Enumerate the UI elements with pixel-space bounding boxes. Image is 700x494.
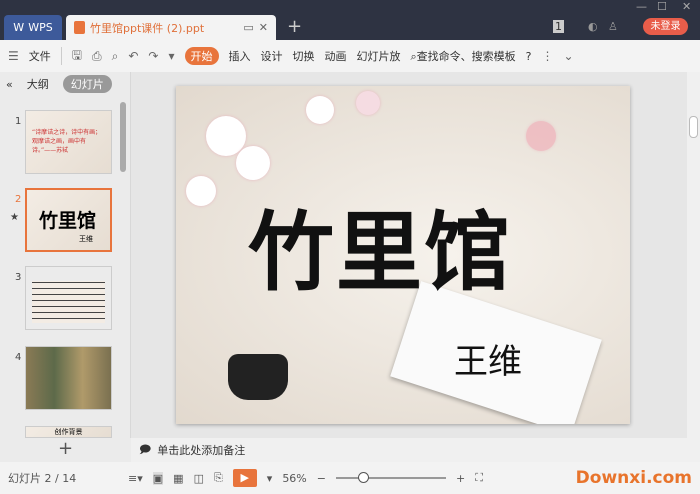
- butterfly-decoration: [526, 121, 556, 151]
- slide-number: 1: [15, 116, 22, 127]
- notes-toggle-icon[interactable]: ≡▾: [128, 472, 143, 485]
- maximize-button[interactable]: ☐: [657, 0, 667, 13]
- panel-scrollbar[interactable]: [120, 102, 126, 172]
- sorter-view-icon[interactable]: ▦: [173, 472, 183, 485]
- divider: [60, 47, 62, 65]
- add-slide-button[interactable]: +: [0, 438, 131, 462]
- tab-insert[interactable]: 插入: [229, 48, 251, 64]
- status-bar: 幻灯片 2 / 14 ≡▾ ▣ ▦ ◫ ⎘ ▶ ▾ 56% − + ⛶ Down…: [0, 462, 700, 494]
- thumb-text: “诗摩诘之诗，诗中有画；观摩诘之画，画中有诗。”——苏轼: [32, 129, 102, 154]
- slide-author[interactable]: 王维: [454, 334, 522, 383]
- save-icon[interactable]: 🖫: [72, 46, 82, 67]
- shirt-icon[interactable]: ♙: [608, 20, 618, 33]
- flower-decoration: [186, 176, 216, 206]
- wps-label: WPS: [28, 21, 53, 34]
- zoom-slider-knob[interactable]: [358, 472, 370, 483]
- animation-star-icon: ★: [10, 212, 19, 223]
- tab-animation[interactable]: 动画: [325, 48, 347, 64]
- collapse-ribbon-icon[interactable]: ⌄: [564, 49, 574, 63]
- wps-logo-icon: W: [13, 21, 25, 34]
- menu-icon[interactable]: ☰: [8, 49, 19, 63]
- more-icon[interactable]: ⋮: [542, 49, 554, 63]
- reading-view-icon[interactable]: ◫: [194, 472, 204, 485]
- close-window-button[interactable]: ✕: [682, 0, 691, 13]
- thumb-title: 竹里馆: [39, 210, 97, 232]
- search-command[interactable]: ⌕查找命令、搜索模板: [411, 48, 516, 64]
- slide-thumb-4[interactable]: [25, 346, 112, 410]
- tab-transition[interactable]: 切换: [293, 48, 315, 64]
- ppt-file-icon: [74, 21, 85, 34]
- slide-panel: «大纲 幻灯片 1 “诗摩诘之诗，诗中有画；观摩诘之画，画中有诗。”——苏轼 2 …: [0, 72, 131, 438]
- zoom-slider[interactable]: [335, 472, 446, 483]
- present-view-icon[interactable]: ⎘: [214, 471, 223, 485]
- slide-thumb-3[interactable]: [25, 266, 112, 330]
- window-count-badge[interactable]: 1: [553, 20, 564, 33]
- notes-placeholder: 单击此处添加备注: [157, 444, 246, 457]
- preview-icon[interactable]: ⌕: [112, 49, 119, 64]
- minimize-button[interactable]: —: [636, 0, 647, 13]
- ribbon-toolbar: ☰ 文件 🖫 ⎙ ⌕ ↶ ↷ ▾ 开始 插入 设计 切换 动画 幻灯片放 ⌕查找…: [0, 40, 700, 72]
- zoom-in-button[interactable]: +: [456, 472, 465, 485]
- tab-outline[interactable]: 大纲: [27, 76, 49, 92]
- notes-bar[interactable]: 🗩 单击此处添加备注: [131, 438, 700, 462]
- notes-icon: 🗩: [139, 442, 152, 456]
- canvas-scrollbar[interactable]: [687, 72, 700, 438]
- print-icon[interactable]: ⎙: [92, 49, 102, 64]
- skin-icon[interactable]: ◐: [588, 20, 598, 33]
- pin-icon[interactable]: ▭: [243, 21, 253, 34]
- tab-document[interactable]: 竹里馆ppt课件 (2).ppt ▭ ✕: [66, 15, 276, 40]
- file-menu[interactable]: 文件: [29, 48, 51, 64]
- help-button[interactable]: ?: [526, 50, 532, 63]
- redo-icon[interactable]: ↷: [148, 49, 158, 63]
- slide-number: 4: [15, 352, 22, 363]
- slide-number: 3: [15, 272, 22, 283]
- zoom-level[interactable]: 56%: [282, 472, 306, 485]
- tab-design[interactable]: 设计: [261, 48, 283, 64]
- play-slideshow-button[interactable]: ▶: [232, 469, 257, 487]
- tab-slideshow[interactable]: 幻灯片放: [357, 48, 401, 64]
- new-tab-button[interactable]: +: [287, 16, 302, 37]
- thumb-author: 王维: [79, 235, 93, 243]
- fit-window-icon[interactable]: ⛶: [475, 471, 483, 485]
- flower-decoration: [306, 96, 334, 124]
- flower-decoration: [356, 91, 380, 115]
- slide-counter: 幻灯片 2 / 14: [8, 472, 77, 485]
- search-label: 查找命令、搜索模板: [416, 50, 516, 63]
- watermark-logo: Downxi.com: [575, 468, 692, 488]
- doc-tab-label: 竹里馆ppt课件 (2).ppt: [90, 21, 205, 35]
- tab-slides[interactable]: 幻灯片: [62, 75, 112, 93]
- zoom-out-button[interactable]: −: [317, 472, 326, 485]
- login-button[interactable]: 未登录: [643, 18, 688, 35]
- current-slide[interactable]: 竹里馆 王维: [176, 86, 630, 424]
- scrollbar-thumb[interactable]: [689, 116, 698, 138]
- slide-thumb-5[interactable]: 创作背景: [25, 426, 112, 438]
- close-tab-icon[interactable]: ✕: [259, 21, 268, 34]
- play-options-icon[interactable]: ▾: [267, 472, 273, 485]
- flower-decoration: [236, 146, 270, 180]
- collapse-panel-icon[interactable]: «: [6, 78, 13, 91]
- slide-title[interactable]: 竹里馆: [248, 182, 512, 307]
- title-bar: W WPS 竹里馆ppt课件 (2).ppt ▭ ✕ + 1 ◐ ♙ 未登录 — ☐ …: [0, 0, 700, 40]
- thumb-text: 创作背景: [54, 428, 83, 436]
- more-dropdown-icon[interactable]: ▾: [168, 49, 174, 63]
- slide-number: 2: [15, 194, 22, 205]
- tab-start[interactable]: 开始: [184, 47, 219, 65]
- normal-view-icon[interactable]: ▣: [152, 471, 164, 485]
- inkwell-decoration: [228, 354, 288, 400]
- tab-wps-home[interactable]: W WPS: [4, 15, 62, 40]
- undo-icon[interactable]: ↶: [128, 49, 138, 63]
- slide-thumb-1[interactable]: “诗摩诘之诗，诗中有画；观摩诘之画，画中有诗。”——苏轼: [25, 110, 112, 174]
- slide-thumb-2[interactable]: 竹里馆王维: [25, 188, 112, 252]
